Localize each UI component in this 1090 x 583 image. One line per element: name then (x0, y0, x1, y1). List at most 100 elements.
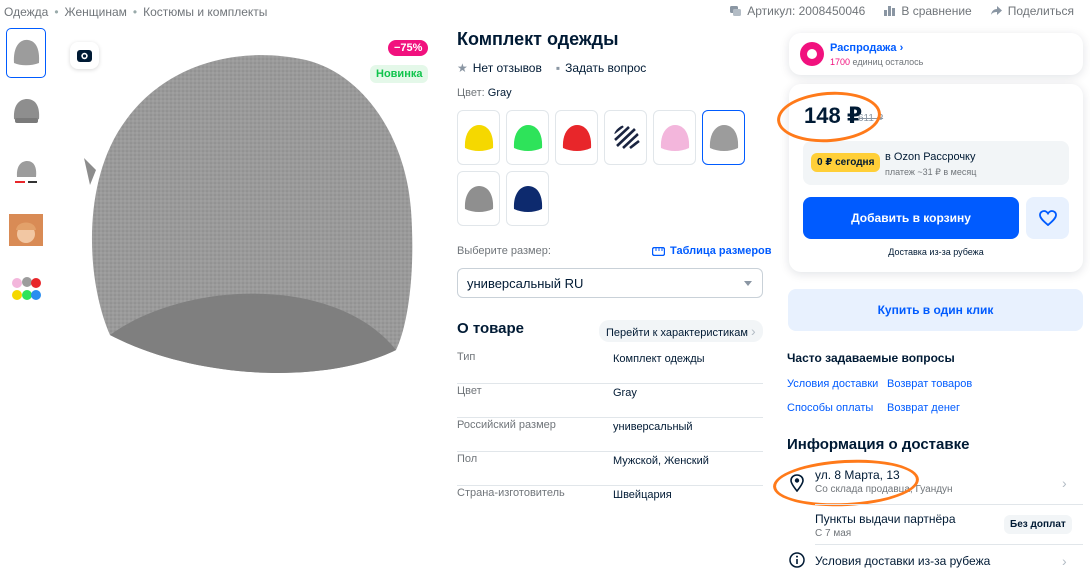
color-label: Цвет: Gray (457, 87, 512, 99)
color-value: Gray (487, 87, 512, 99)
reviews-label: Нет отзывов (472, 61, 542, 75)
breadcrumb-item[interactable]: Костюмы и комплекты (143, 5, 267, 19)
share-button[interactable]: Поделиться (990, 4, 1074, 18)
color-swatch[interactable] (506, 110, 549, 165)
product-title: Комплект одежды (457, 29, 619, 49)
chat-icon: ▪ (555, 61, 561, 75)
child-photo-thumbnail (9, 214, 43, 246)
size-table-label: Таблица размеров (670, 245, 772, 257)
address-annotation-circle (771, 456, 921, 510)
no-surcharge-badge: Без доплат (1004, 515, 1072, 534)
share-icon (990, 6, 1002, 15)
hat-swatch-image (464, 124, 493, 151)
product-main-image[interactable] (66, 30, 436, 400)
pickup-date: С 7 мая (815, 528, 852, 539)
sale-title-text: Распродажа (830, 42, 897, 54)
size-table-link[interactable]: Таблица размеров (652, 245, 772, 257)
spec-value: Швейцария (613, 489, 672, 501)
spec-value: универсальный (613, 421, 693, 433)
compare-icon (884, 6, 896, 16)
hat-swatch-image (513, 185, 542, 212)
sale-units: 1700 единиц осталось (830, 57, 923, 67)
hat-swatch-image (660, 124, 689, 151)
spec-row: Тип Комплект одежды (457, 350, 763, 384)
add-to-cart-button[interactable]: Добавить в корзину (803, 197, 1019, 239)
copy-icon (730, 6, 742, 16)
installment-title: в Ozon Рассрочку (885, 151, 976, 163)
spec-row: Российский размер универсальный (457, 418, 763, 452)
spec-value: Комплект одежды (613, 353, 705, 365)
spec-value: Мужской, Женский (613, 455, 709, 467)
camera-search-icon (77, 50, 92, 62)
pickup-points[interactable]: Пункты выдачи партнёра (815, 512, 956, 526)
sale-units-count: 1700 (830, 57, 851, 67)
thumbnail-4[interactable] (6, 205, 46, 255)
spec-row: Страна-изготовитель Швейцария (457, 486, 763, 520)
breadcrumb-item[interactable]: Женщинам (65, 5, 127, 19)
color-swatch[interactable] (653, 110, 696, 165)
star-icon: ★ (457, 61, 468, 75)
hat-swatch-image (611, 124, 640, 151)
heart-icon (1038, 210, 1057, 226)
color-swatch[interactable] (702, 110, 745, 165)
size-select[interactable]: универсальный RU (457, 268, 763, 298)
faq-link-payment[interactable]: Способы оплаты (787, 402, 873, 414)
faq-title: Часто задаваемые вопросы (787, 351, 955, 365)
info-icon (789, 552, 805, 568)
hat-size-chart-thumbnail (15, 161, 37, 183)
delivery-conditions-link[interactable]: Условия доставки из-за рубежа (815, 554, 990, 568)
spec-value: Gray (613, 387, 637, 399)
breadcrumb-item[interactable]: Одежда (4, 5, 48, 19)
installment-block[interactable]: 0 ₽ сегодня в Ozon Рассрочку платеж ~31 … (803, 141, 1069, 185)
delivery-note: Доставка из-за рубежа (888, 247, 984, 257)
color-swatch[interactable] (506, 171, 549, 226)
favorite-button[interactable] (1026, 197, 1069, 239)
ask-question-link[interactable]: ▪ Задать вопрос (556, 61, 646, 75)
about-title: О товаре (457, 320, 525, 337)
article-number[interactable]: Артикул: 2008450046 (729, 4, 865, 18)
faq-link-refund[interactable]: Возврат денег (887, 402, 960, 414)
chevron-down-icon (744, 281, 752, 286)
chevron-right-icon: › (750, 323, 756, 339)
installment-pill: 0 ₽ сегодня (811, 153, 881, 172)
hats-collection-thumbnail (12, 277, 41, 300)
size-select-value: универсальный RU (467, 276, 584, 291)
thumbnail-1[interactable] (6, 28, 46, 78)
goto-specs-label: Перейти к характеристикам (606, 327, 748, 339)
thumbnail-3[interactable] (6, 146, 46, 196)
faq-link-returns[interactable]: Возврат товаров (887, 378, 972, 390)
buy-one-click-button[interactable]: Купить в один клик (788, 289, 1083, 331)
goto-specs-button[interactable]: Перейти к характеристикам › (599, 320, 763, 342)
image-search-button[interactable] (70, 42, 99, 69)
spec-key: Цвет (457, 385, 482, 397)
spec-key: Страна-изготовитель (457, 487, 565, 499)
sale-banner[interactable]: Распродажа › 1700 единиц осталось (789, 33, 1083, 75)
breadcrumb: Одежда • Женщинам • Костюмы и комплекты (4, 5, 267, 19)
faq-link-delivery[interactable]: Условия доставки (787, 378, 878, 390)
compare-label: В сравнение (901, 4, 972, 18)
chevron-right-icon: › (899, 42, 904, 54)
spec-key: Пол (457, 453, 478, 465)
breadcrumb-separator: • (54, 5, 59, 19)
color-swatch[interactable] (555, 110, 598, 165)
hat-gray-thumbnail (13, 99, 40, 123)
color-swatch[interactable] (457, 110, 500, 165)
spec-key: Российский размер (457, 419, 556, 431)
share-label: Поделиться (1007, 4, 1074, 18)
chevron-right-icon[interactable]: › (1062, 475, 1067, 491)
new-badge: Новинка (370, 65, 429, 83)
spec-key: Тип (457, 351, 476, 363)
chevron-right-icon[interactable]: › (1062, 553, 1067, 569)
spec-row: Цвет Gray (457, 384, 763, 418)
header-actions: Артикул: 2008450046 В сравнение Поделить… (729, 4, 1074, 18)
product-meta: ★ Нет отзывов ▪ Задать вопрос (457, 61, 646, 75)
reviews-link[interactable]: ★ Нет отзывов (457, 61, 542, 75)
sale-logo-icon (800, 42, 824, 66)
breadcrumb-separator: • (132, 5, 138, 19)
compare-button[interactable]: В сравнение (883, 4, 972, 18)
color-swatch[interactable] (604, 110, 647, 165)
color-swatch[interactable] (457, 171, 500, 226)
color-label-text: Цвет: (457, 87, 485, 99)
thumbnail-5[interactable] (6, 264, 46, 314)
thumbnail-2[interactable] (6, 86, 46, 136)
